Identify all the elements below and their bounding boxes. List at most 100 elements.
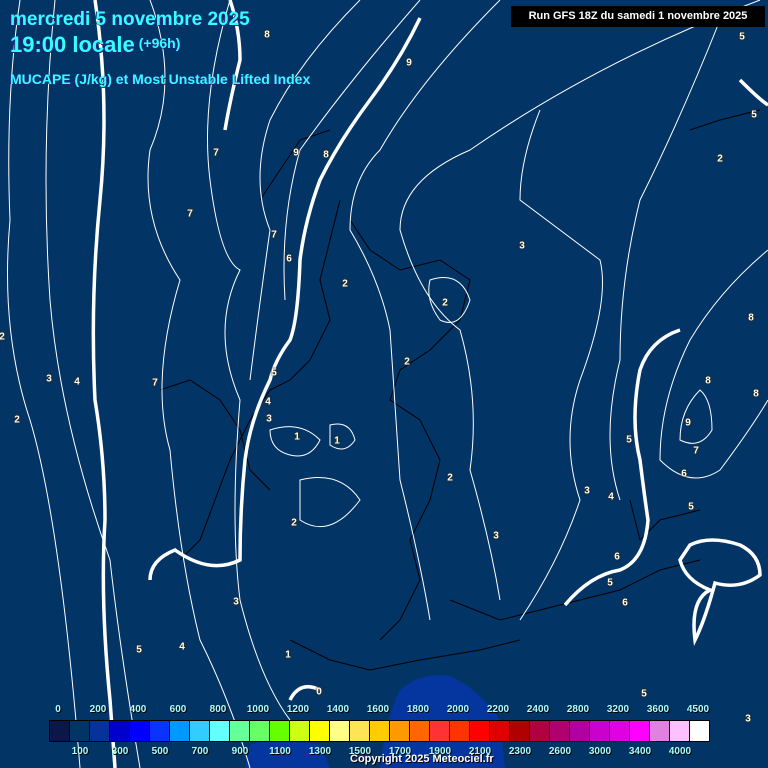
color-scale-cell bbox=[690, 721, 709, 741]
color-scale-cell bbox=[670, 721, 690, 741]
contour-label: 6 bbox=[681, 468, 687, 480]
lead-time: (+96h) bbox=[138, 35, 181, 51]
contour-label: 3 bbox=[519, 240, 525, 252]
contour-label: 6 bbox=[614, 551, 620, 563]
contour-label: 5 bbox=[641, 688, 647, 700]
scale-label-top: 2400 bbox=[526, 704, 550, 715]
contour-label: 8 bbox=[323, 149, 329, 161]
contour-label: 2 bbox=[404, 356, 410, 368]
color-scale-cell bbox=[70, 721, 90, 741]
contour-label: 8 bbox=[705, 375, 711, 387]
contour-label: 3 bbox=[493, 530, 499, 542]
scale-label-bottom: 1300 bbox=[308, 746, 332, 757]
contour-label: 2 bbox=[14, 414, 20, 426]
contour-label: 2 bbox=[0, 331, 5, 343]
contour-label: 3 bbox=[233, 596, 239, 608]
contour-label: 3 bbox=[266, 413, 272, 425]
contour-label: 2 bbox=[442, 297, 448, 309]
color-scale-cell bbox=[430, 721, 450, 741]
run-info: Run GFS 18Z du samedi 1 novembre 2025 bbox=[511, 6, 765, 27]
color-scale-cell bbox=[370, 721, 390, 741]
scale-label-top: 2200 bbox=[486, 704, 510, 715]
color-scale-cell bbox=[530, 721, 550, 741]
product-title: MUCAPE (J/kg) et Most Unstable Lifted In… bbox=[10, 71, 311, 87]
contour-label: 2 bbox=[291, 517, 297, 529]
color-scale-cell bbox=[570, 721, 590, 741]
color-scale-cell bbox=[390, 721, 410, 741]
scale-label-bottom: 4000 bbox=[668, 746, 692, 757]
color-scale-cell bbox=[410, 721, 430, 741]
color-scale-cell bbox=[630, 721, 650, 741]
contour-label: 4 bbox=[74, 376, 80, 388]
color-scale-cell bbox=[130, 721, 150, 741]
scale-label-bottom: 700 bbox=[191, 746, 209, 757]
color-scale-cell bbox=[270, 721, 290, 741]
scale-label-bottom: 900 bbox=[231, 746, 249, 757]
scale-label-bottom: 500 bbox=[151, 746, 169, 757]
local-time: 19:00 locale bbox=[10, 32, 135, 57]
contour-label: 4 bbox=[179, 641, 185, 653]
contour-label: 5 bbox=[751, 109, 757, 121]
color-scale-cell bbox=[510, 721, 530, 741]
contour-label: 8 bbox=[753, 388, 759, 400]
color-scale-cell bbox=[350, 721, 370, 741]
contour-label: 1 bbox=[285, 649, 291, 661]
contour-label: 4 bbox=[265, 396, 271, 408]
contour-label: 5 bbox=[136, 644, 142, 656]
contour-label: 9 bbox=[685, 417, 691, 429]
copyright: Copyright 2025 Meteociel.fr bbox=[350, 753, 494, 765]
color-scale-cell bbox=[610, 721, 630, 741]
color-scale-cell bbox=[110, 721, 130, 741]
scale-label-top: 1800 bbox=[406, 704, 430, 715]
color-scale-cell bbox=[550, 721, 570, 741]
forecast-time: 19:00 locale (+96h) bbox=[10, 32, 180, 58]
scale-label-top: 1000 bbox=[246, 704, 270, 715]
color-scale-cell bbox=[470, 721, 490, 741]
contour-label: 8 bbox=[264, 29, 270, 41]
scale-label-top: 0 bbox=[55, 704, 61, 715]
scale-label-bottom: 2300 bbox=[508, 746, 532, 757]
scale-label-top: 600 bbox=[169, 704, 187, 715]
color-scale-cell bbox=[450, 721, 470, 741]
contour-label: 0 bbox=[316, 686, 322, 698]
contour-label: 7 bbox=[271, 229, 277, 241]
color-scale-cell bbox=[590, 721, 610, 741]
contour-label: 2 bbox=[342, 278, 348, 290]
li-contours-thick bbox=[91, 0, 768, 768]
scale-label-top: 2800 bbox=[566, 704, 590, 715]
contour-label: 7 bbox=[152, 377, 158, 389]
contour-label: 9 bbox=[406, 57, 412, 69]
contour-label: 4 bbox=[608, 491, 614, 503]
color-scale-cell bbox=[50, 721, 70, 741]
scale-label-bottom: 100 bbox=[71, 746, 89, 757]
contour-label: 6 bbox=[286, 253, 292, 265]
forecast-date: mercredi 5 novembre 2025 bbox=[10, 9, 250, 30]
color-scale-cell bbox=[210, 721, 230, 741]
scale-label-top: 1400 bbox=[326, 704, 350, 715]
contour-label: 3 bbox=[584, 485, 590, 497]
contour-label: 7 bbox=[213, 147, 219, 159]
color-scale-cell bbox=[250, 721, 270, 741]
contour-label: 5 bbox=[607, 577, 613, 589]
scale-label-bottom: 2600 bbox=[548, 746, 572, 757]
scale-label-top: 800 bbox=[209, 704, 227, 715]
color-scale-cell bbox=[170, 721, 190, 741]
contour-label: 1 bbox=[334, 435, 340, 447]
contour-label: 6 bbox=[622, 597, 628, 609]
scale-label-bottom: 1100 bbox=[269, 746, 291, 757]
contour-label: 2 bbox=[447, 472, 453, 484]
scale-label-top: 2000 bbox=[446, 704, 470, 715]
color-scale-cell bbox=[90, 721, 110, 741]
scale-label-bottom: 300 bbox=[111, 746, 129, 757]
contour-label: 5 bbox=[271, 367, 277, 379]
color-scale-cell bbox=[230, 721, 250, 741]
scale-label-top: 1200 bbox=[286, 704, 310, 715]
weather-map bbox=[7, 0, 768, 768]
contour-label: 3 bbox=[46, 373, 52, 385]
scale-label-top: 3600 bbox=[646, 704, 670, 715]
color-scale-cell bbox=[150, 721, 170, 741]
scale-label-bottom: 3000 bbox=[588, 746, 612, 757]
contour-label: 3 bbox=[745, 713, 751, 725]
color-scale-cell bbox=[290, 721, 310, 741]
contour-label: 2 bbox=[717, 153, 723, 165]
